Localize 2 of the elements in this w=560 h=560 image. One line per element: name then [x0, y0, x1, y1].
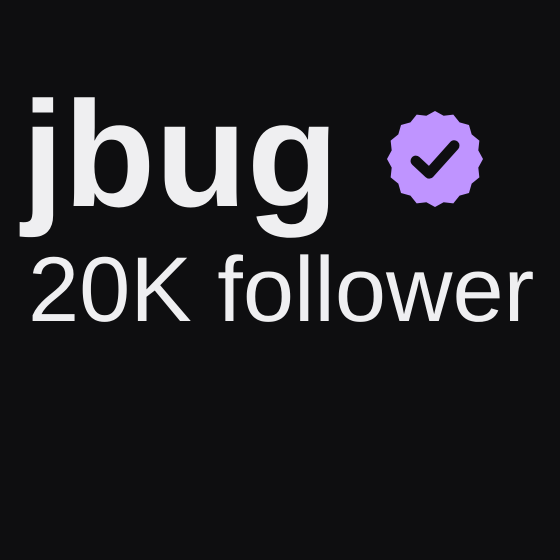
follower-count: 20K follower [28, 244, 536, 336]
channel-name: jbug [22, 64, 339, 244]
